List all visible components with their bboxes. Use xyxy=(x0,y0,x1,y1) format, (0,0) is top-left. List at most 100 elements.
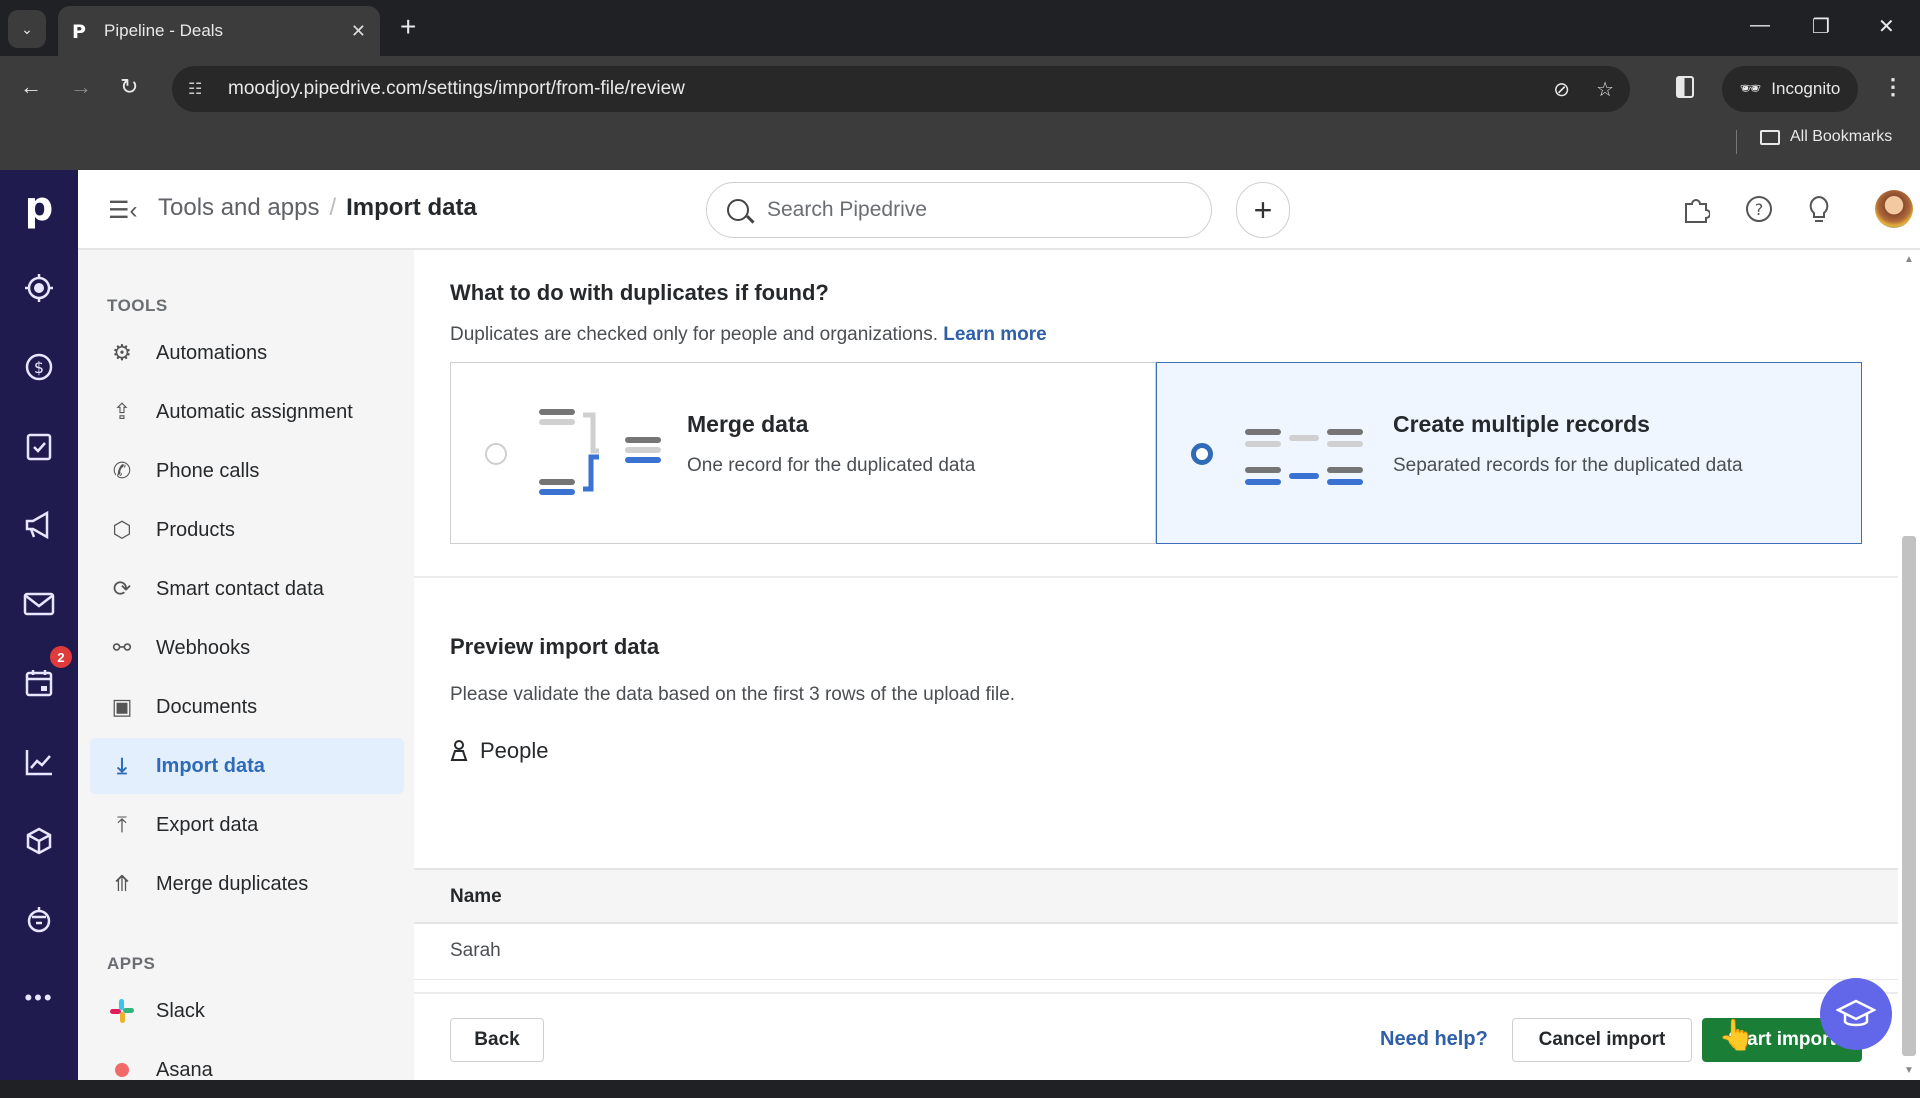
create-multiple-records-title: Create multiple records xyxy=(1393,411,1650,437)
reload-icon[interactable]: ↻ xyxy=(120,74,138,100)
phone-icon: ✆ xyxy=(112,458,132,483)
calendar-icon[interactable] xyxy=(0,663,78,703)
incognito-indicator[interactable]: 🕶 Incognito xyxy=(1722,66,1858,112)
sidebar-item-webhooks[interactable]: ⚯ Webhooks xyxy=(90,620,404,676)
leads-target-icon[interactable] xyxy=(0,268,78,308)
restore-icon[interactable]: ❐ xyxy=(1812,14,1830,39)
eye-off-icon[interactable]: ⊘ xyxy=(1553,77,1570,102)
scrollbar-thumb[interactable] xyxy=(1902,536,1916,1056)
sidebar-item-label: Documents xyxy=(156,695,258,718)
close-window-icon[interactable]: ✕ xyxy=(1878,14,1895,39)
create-multiple-records-option[interactable]: Create multiple records Separated record… xyxy=(1156,362,1862,544)
close-tab-icon[interactable]: ✕ xyxy=(351,21,366,42)
sidebar-item-slack[interactable]: Slack xyxy=(90,983,404,1039)
browser-chrome: ⌄ P Pipeline - Deals ✕ + — ❐ ✕ ← → ↻ ☷ m… xyxy=(0,0,1920,170)
sidebar-item-documents[interactable]: ▣ Documents xyxy=(90,679,404,735)
scroll-down-icon[interactable]: ▼ xyxy=(1904,1065,1914,1076)
pipedrive-logo[interactable]: p xyxy=(0,184,78,230)
cancel-import-button[interactable]: Cancel import xyxy=(1512,1018,1692,1062)
browser-menu-icon[interactable]: ⋮ xyxy=(1882,74,1904,100)
campaigns-megaphone-icon[interactable] xyxy=(0,505,78,545)
side-panel-icon[interactable] xyxy=(1676,76,1694,98)
svg-text:?: ? xyxy=(1755,200,1764,219)
deals-dollar-icon[interactable]: $ xyxy=(0,347,78,387)
academy-graduation-cap-icon[interactable] xyxy=(1820,978,1892,1050)
back-arrow-icon[interactable]: ← xyxy=(20,74,42,100)
people-section-title: People xyxy=(450,738,549,764)
url-text[interactable]: moodjoy.pipedrive.com/settings/import/fr… xyxy=(228,78,1527,100)
sidebar-item-label: Import data xyxy=(156,754,265,777)
pipedrive-favicon-icon: P xyxy=(72,21,86,43)
sidebar-item-products[interactable]: ⬡ Products xyxy=(90,502,404,558)
sidebar-item-label: Asana xyxy=(156,1058,213,1081)
lightbulb-icon[interactable] xyxy=(1806,194,1832,231)
address-bar[interactable]: ☷ moodjoy.pipedrive.com/settings/import/… xyxy=(172,66,1630,112)
collapse-menu-icon[interactable]: ☰‹ xyxy=(108,196,138,225)
breadcrumb-current: Import data xyxy=(346,194,477,221)
sidebar-item-merge-duplicates[interactable]: ⤊ Merge duplicates xyxy=(90,856,404,912)
preview-description: Please validate the data based on the fi… xyxy=(450,684,1016,705)
more-dots-icon[interactable]: ••• xyxy=(0,978,78,1018)
sidebar-item-label: Phone calls xyxy=(156,459,260,482)
sidebar-item-label: Export data xyxy=(156,813,259,836)
apps-heading: APPS xyxy=(107,954,156,973)
duplicates-description: Duplicates are checked only for people a… xyxy=(450,324,1047,346)
quick-add-button[interactable]: + xyxy=(1236,182,1290,238)
merge-data-radio[interactable] xyxy=(485,443,507,465)
sidebar-item-automations[interactable]: ⚙ Automations xyxy=(90,325,404,381)
sidebar-item-automatic-assignment[interactable]: ⇪ Automatic assignment xyxy=(90,384,404,440)
merge-icon: ⤊ xyxy=(112,871,132,896)
insights-chart-icon[interactable] xyxy=(0,742,78,782)
scroll-up-icon[interactable]: ▲ xyxy=(1904,254,1914,265)
section-divider xyxy=(414,576,1898,578)
automations-robot-icon[interactable] xyxy=(0,900,78,940)
tools-heading: TOOLS xyxy=(107,296,168,315)
create-multiple-records-subtitle: Separated records for the duplicated dat… xyxy=(1393,455,1743,476)
pipedrive-app: p $ 2 ••• ☰‹ Tools and apps / Import dat… xyxy=(0,170,1920,1081)
need-help-link[interactable]: Need help? xyxy=(1380,1028,1488,1051)
merge-data-option[interactable]: Merge data One record for the duplicated… xyxy=(450,362,1156,544)
sidebar-item-import-data[interactable]: ⤓ Import data xyxy=(90,738,404,794)
merge-data-title: Merge data xyxy=(687,411,809,437)
help-question-icon[interactable]: ? xyxy=(1744,194,1774,231)
sidebar-item-export-data[interactable]: ⤒ Export data xyxy=(90,797,404,853)
create-multiple-records-radio[interactable] xyxy=(1191,443,1213,465)
import-review-panel: What to do with duplicates if found? Dup… xyxy=(414,250,1898,1080)
main-scrollbar[interactable]: ▲ ▼ xyxy=(1898,250,1920,1080)
sidebar-item-label: Slack xyxy=(156,999,205,1022)
table-row: Sarah xyxy=(414,924,1898,980)
products-box-icon[interactable] xyxy=(0,821,78,861)
sidebar-item-label: Smart contact data xyxy=(156,577,324,600)
incognito-label: Incognito xyxy=(1771,79,1841,98)
learn-more-link[interactable]: Learn more xyxy=(943,324,1046,345)
tab-search-button[interactable]: ⌄ xyxy=(8,10,46,48)
sidebar-item-asana[interactable]: Asana xyxy=(90,1042,404,1098)
extensions-puzzle-icon[interactable] xyxy=(1682,194,1711,231)
all-bookmarks-button[interactable]: All Bookmarks xyxy=(1760,128,1892,146)
mail-icon[interactable] xyxy=(0,584,78,624)
search-icon xyxy=(727,199,749,221)
bookmarks-separator xyxy=(1736,130,1737,154)
back-button[interactable]: Back xyxy=(450,1018,544,1062)
bookmarks-bar: All Bookmarks xyxy=(0,120,1920,170)
main-nav-rail: p $ 2 ••• xyxy=(0,170,78,1080)
user-avatar[interactable] xyxy=(1875,190,1913,228)
sidebar-item-label: Webhooks xyxy=(156,636,251,659)
notification-badge: 2 xyxy=(50,646,72,668)
bookmark-star-icon[interactable]: ☆ xyxy=(1596,77,1614,102)
people-label: People xyxy=(480,738,549,763)
browser-tab[interactable]: P Pipeline - Deals ✕ xyxy=(58,6,380,56)
merge-illustration-icon xyxy=(539,409,661,495)
sidebar-item-phone-calls[interactable]: ✆ Phone calls xyxy=(90,443,404,499)
site-settings-icon[interactable]: ☷ xyxy=(188,79,210,99)
sidebar-item-smart-contact-data[interactable]: ⟳ Smart contact data xyxy=(90,561,404,617)
import-footer: Back Need help? Cancel import Start impo… xyxy=(414,992,1898,1080)
search-input[interactable]: Search Pipedrive xyxy=(706,182,1212,238)
minimize-icon[interactable]: — xyxy=(1750,14,1770,37)
forward-arrow-icon[interactable]: → xyxy=(70,74,92,100)
breadcrumb-parent[interactable]: Tools and apps xyxy=(158,194,319,221)
all-bookmarks-label: All Bookmarks xyxy=(1790,128,1893,145)
activities-clipboard-icon[interactable] xyxy=(0,426,78,466)
duplicates-heading: What to do with duplicates if found? xyxy=(450,280,829,305)
new-tab-button[interactable]: + xyxy=(400,12,416,42)
